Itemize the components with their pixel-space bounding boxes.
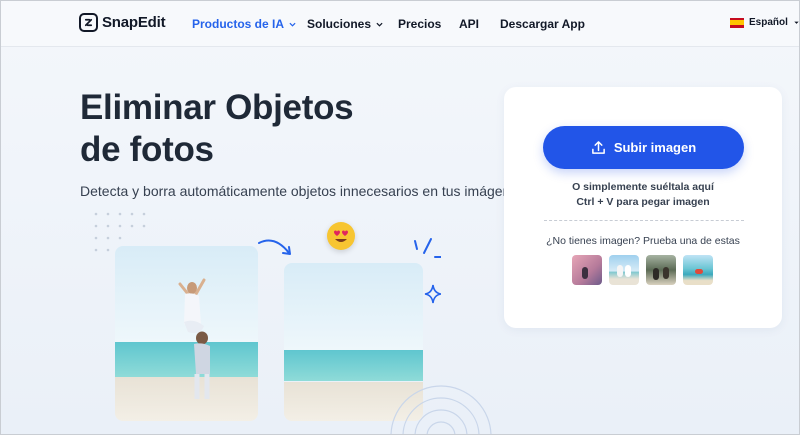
samples-title: ¿No tienes imagen? Prueba una de estas xyxy=(546,235,740,247)
nav-label: Soluciones xyxy=(307,17,372,31)
curved-arrow-icon xyxy=(258,239,291,255)
couple-figure xyxy=(178,278,210,399)
brand-logo[interactable]: SnapEdit xyxy=(79,13,166,32)
sample-image-4[interactable] xyxy=(683,255,713,285)
sample-image-2[interactable] xyxy=(609,255,639,285)
upload-image-button[interactable]: Subir imagen xyxy=(543,126,744,169)
brand-name: SnapEdit xyxy=(102,14,166,31)
sample-image-1[interactable] xyxy=(572,255,602,285)
nav-descargar-app[interactable]: Descargar App xyxy=(500,17,585,31)
chevron-down-icon xyxy=(794,21,799,24)
page: SnapEdit Productos de IA Soluciones Prec… xyxy=(0,0,800,435)
nav-productos-ia[interactable]: Productos de IA xyxy=(192,17,296,31)
before-photo xyxy=(115,246,258,421)
upload-card: Subir imagen O simplemente suéltala aquí… xyxy=(504,87,782,328)
title-line-2-text: de fotos xyxy=(80,130,214,169)
top-navbar: SnapEdit Productos de IA Soluciones Prec… xyxy=(1,1,799,47)
nav-label: Precios xyxy=(398,17,442,31)
spain-flag-icon xyxy=(730,17,744,28)
language-label: Español xyxy=(749,17,788,28)
snapedit-logo-icon xyxy=(79,13,98,32)
nav-label: API xyxy=(459,17,480,31)
page-title: Eliminar Objetos de fotos xyxy=(80,87,354,171)
sample-images xyxy=(572,255,713,285)
decorative-rings xyxy=(390,385,492,434)
nav-soluciones[interactable]: Soluciones xyxy=(307,17,383,31)
chevron-down-icon xyxy=(376,22,383,27)
nav-label: Descargar App xyxy=(500,17,585,31)
divider xyxy=(544,220,744,221)
chevron-down-icon xyxy=(289,22,296,27)
nav-precios[interactable]: Precios xyxy=(398,17,441,31)
upload-icon xyxy=(591,141,605,154)
title-line-2: de fotos xyxy=(80,129,214,171)
hero-subtitle: Detecta y borra automáticamente objetos … xyxy=(80,183,526,199)
title-line-1: Eliminar Objetos xyxy=(80,88,354,127)
heart-eyes-emoji-icon xyxy=(327,222,355,250)
language-selector[interactable]: Español xyxy=(730,17,799,28)
nav-api[interactable]: API xyxy=(459,17,479,31)
paste-hint: Ctrl + V para pegar imagen xyxy=(576,196,710,208)
sample-image-3[interactable] xyxy=(646,255,676,285)
drop-hint: O simplemente suéltala aquí xyxy=(572,181,714,193)
upload-button-label: Subir imagen xyxy=(613,140,697,155)
sparkle-icon xyxy=(414,238,441,304)
nav-label: Productos de IA xyxy=(192,17,285,31)
